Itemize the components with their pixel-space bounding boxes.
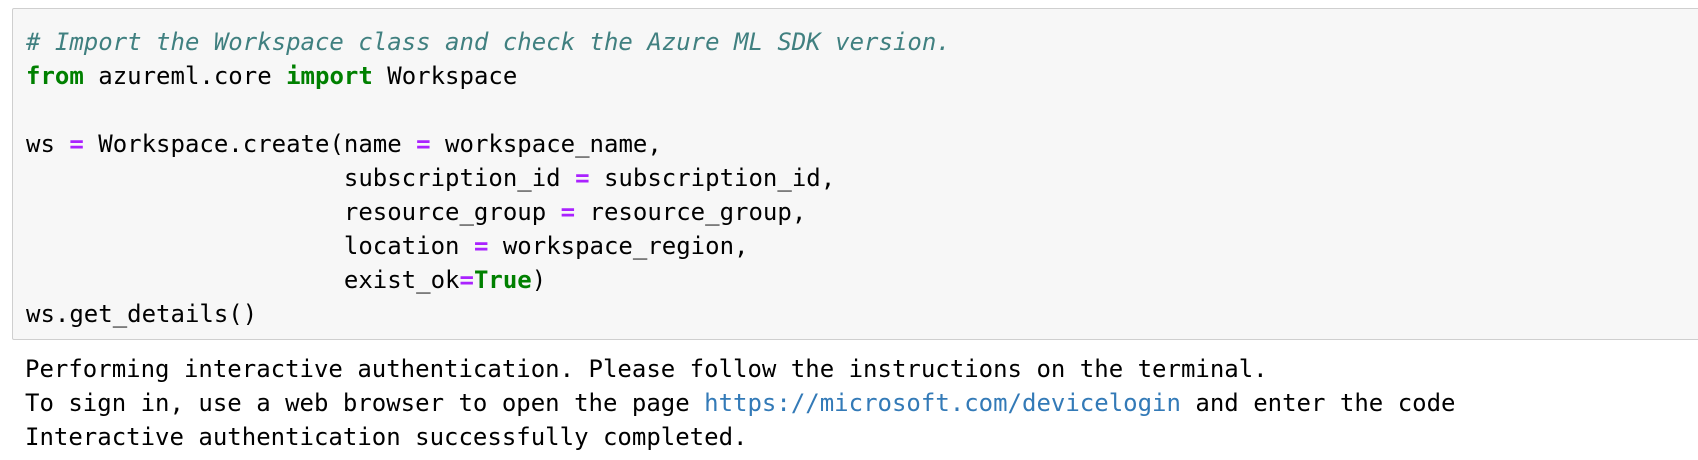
- keyword-true: True: [473, 266, 532, 294]
- code-text: exist_ok: [26, 266, 460, 294]
- cell-output: Performing interactive authentication. P…: [25, 352, 1456, 454]
- code-line-exist-ok: exist_ok=True): [26, 263, 951, 297]
- devicelogin-link[interactable]: https://microsoft.com/devicelogin: [704, 389, 1181, 417]
- operator: =: [459, 266, 474, 294]
- code-text: subscription_id: [26, 164, 576, 192]
- code-editor[interactable]: # Import the Workspace class and check t…: [26, 25, 951, 331]
- code-line-get-details: ws.get_details(): [26, 300, 258, 328]
- operator: =: [560, 198, 576, 226]
- code-text: ): [531, 266, 547, 294]
- imported-name: Workspace: [372, 62, 518, 90]
- output-line-3: Interactive authentication successfully …: [25, 423, 748, 451]
- code-text: Workspace.create(name: [83, 130, 417, 158]
- keyword-from: from: [26, 62, 84, 90]
- output-text: and enter the code: [1180, 389, 1456, 417]
- output-text: To sign in, use a web browser to open th…: [25, 389, 705, 417]
- code-text: workspace_region,: [488, 232, 749, 260]
- code-text: workspace_name,: [430, 130, 662, 158]
- code-line-import: from azureml.core import Workspace: [26, 59, 951, 93]
- operator: =: [473, 232, 489, 260]
- code-text: location: [26, 232, 474, 260]
- code-line-resource-group: resource_group = resource_group,: [26, 195, 951, 229]
- code-text: resource_group: [26, 198, 561, 226]
- code-line-subscription: subscription_id = subscription_id,: [26, 161, 951, 195]
- code-line-location: location = workspace_region,: [26, 229, 951, 263]
- keyword-import: import: [286, 62, 373, 90]
- code-cell[interactable]: # Import the Workspace class and check t…: [12, 8, 1698, 340]
- module-name: azureml.core: [83, 62, 287, 90]
- output-line-1: Performing interactive authentication. P…: [25, 355, 1268, 383]
- code-text: ws: [26, 130, 70, 158]
- operator: =: [416, 130, 431, 158]
- code-line-create: ws = Workspace.create(name = workspace_n…: [26, 127, 951, 161]
- output-line-2: To sign in, use a web browser to open th…: [25, 386, 1456, 420]
- code-comment: # Import the Workspace class and check t…: [26, 28, 951, 56]
- code-text: subscription_id,: [589, 164, 836, 192]
- operator: =: [69, 130, 84, 158]
- operator: =: [575, 164, 590, 192]
- code-text: resource_group,: [575, 198, 807, 226]
